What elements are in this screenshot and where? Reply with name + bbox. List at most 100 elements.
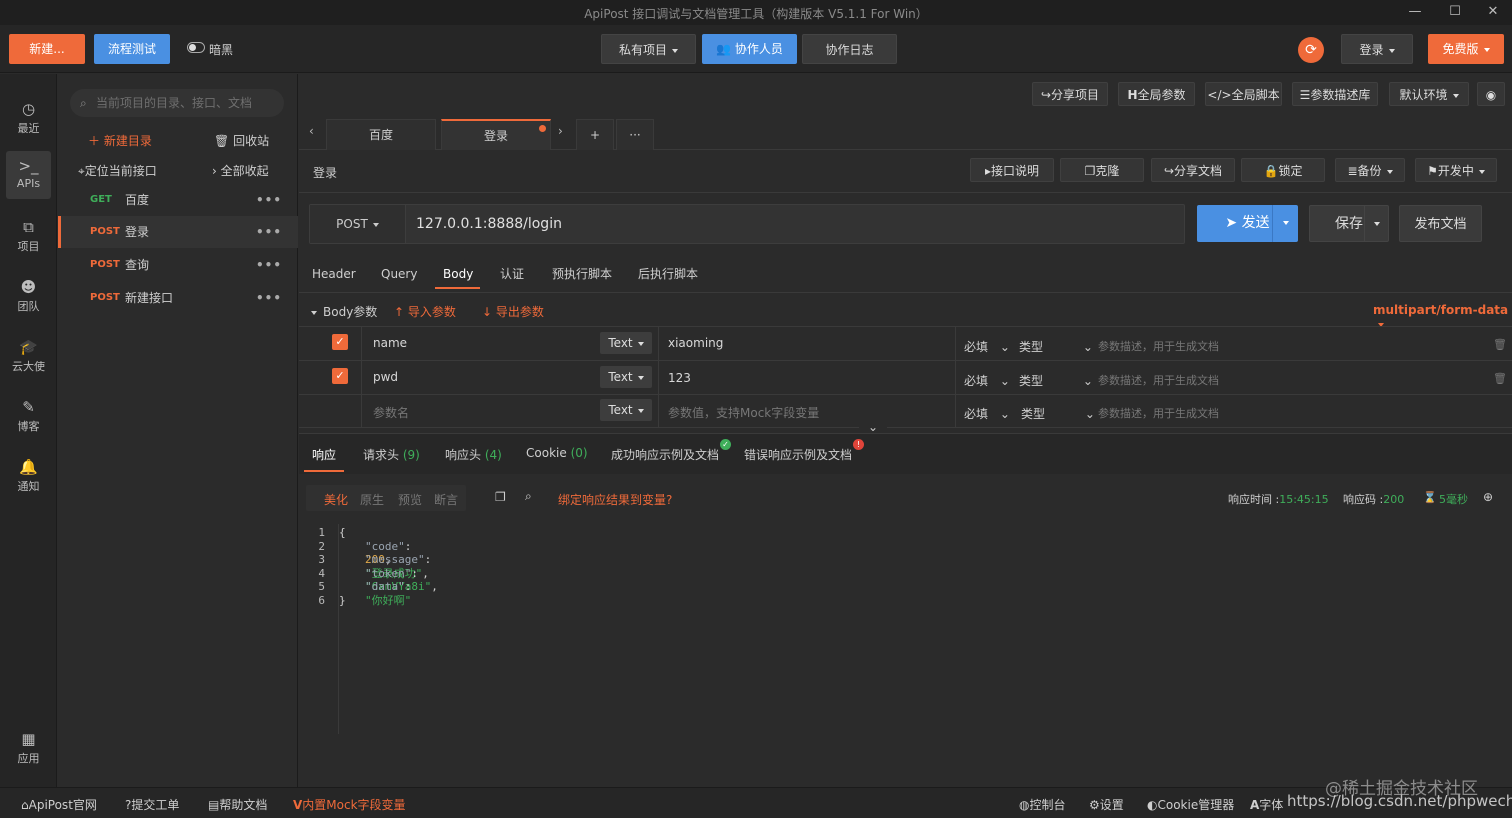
param-desc[interactable]: 参数描述，用于生成文档 [1098,338,1219,354]
param-value[interactable]: 123 [668,371,691,385]
tab-success-example[interactable]: 成功响应示例及文档 ✓ [611,439,732,463]
rail-item-recent[interactable]: ◷ 最近 [6,94,51,142]
save-dropdown[interactable] [1364,206,1388,241]
send-dropdown[interactable] [1272,205,1298,242]
more-icon[interactable]: ••• [256,184,282,216]
share-project-button[interactable]: ↪分享项目 [1032,82,1108,106]
search-icon[interactable]: ⌕ [525,489,532,504]
close-icon[interactable]: ✕ [1482,3,1504,21]
lock-button[interactable]: 🔒锁定 [1241,158,1325,182]
param-desc[interactable]: 参数描述，用于生成文档 [1098,372,1219,388]
assert-mode[interactable]: 断言 [434,491,458,508]
required-select[interactable]: 必填 ⌄ [964,405,1010,422]
param-name[interactable]: pwd [373,370,398,384]
font-link[interactable]: A字体 [1250,796,1283,813]
param-desc-button[interactable]: ☰参数描述库 [1292,82,1378,106]
collab-log-button[interactable]: 协作日志 [802,34,897,64]
param-name-placeholder[interactable]: 参数名 [373,404,409,421]
rail-item-notify[interactable]: 🔔 通知 [6,452,51,500]
delete-row-icon[interactable]: 🗑 [1493,338,1507,351]
tab-resp-headers[interactable]: 响应头 (4) [445,446,502,463]
help-doc-link[interactable]: ▤帮助文档 [208,796,267,813]
kind-select[interactable]: 类型 ⌄ [1019,338,1093,355]
required-select[interactable]: 必填 ⌄ [964,372,1010,389]
login-dropdown[interactable]: 登录 [1341,34,1413,64]
bind-result-link[interactable]: 绑定响应结果到变量? [558,491,672,508]
kind-select[interactable]: 类型 ⌄ [1019,372,1093,389]
rail-item-apps[interactable]: ▦ 应用 [6,724,51,772]
tree-item-query[interactable]: POST 查询 ••• [58,249,298,281]
collapse-handle-icon[interactable]: ⌄ [859,420,887,434]
maximize-icon[interactable]: ☐ [1444,3,1466,21]
rail-item-team[interactable]: ☻ 团队 [6,272,51,320]
preview-mode[interactable]: 预览 [398,491,422,508]
settings-link[interactable]: ⚙设置 [1089,796,1124,813]
url-input[interactable]: 127.0.0.1:8888/login [416,205,562,243]
body-params-toggle[interactable]: Body参数 [311,303,377,320]
share-doc-button[interactable]: ↪分享文档 [1151,158,1235,182]
env-dropdown[interactable]: 默认环境 [1389,82,1469,106]
more-icon[interactable]: ••• [256,249,282,281]
kind-select[interactable]: 类型 ⌄ [1021,405,1095,422]
tree-item-new-api[interactable]: POST 新建接口 ••• [58,282,298,314]
new-dir-button[interactable]: ＋ 新建目录 [88,132,152,149]
row-enabled-checkbox[interactable]: ✓ [332,368,348,384]
more-icon[interactable]: ••• [256,216,282,248]
rail-item-project[interactable]: ⧉ 项目 [6,212,51,260]
param-type-select[interactable]: Text [600,332,652,354]
chevron-right-icon[interactable]: › [558,124,563,138]
global-params-button[interactable]: H全局参数 [1118,82,1195,106]
tab-error-example[interactable]: 错误响应示例及文档 ! [744,439,865,463]
required-select[interactable]: 必填 ⌄ [964,338,1010,355]
param-type-select[interactable]: Text [600,399,652,421]
publish-doc-button[interactable]: 发布文档 [1399,205,1482,242]
official-site-link[interactable]: ⌂ApiPost官网 [21,796,97,813]
tab-auth[interactable]: 认证 [500,264,524,284]
pretty-mode[interactable]: 美化 [324,491,348,508]
tree-search-input[interactable]: ⌕ 当前项目的目录、接口、文档 [70,89,284,117]
raw-mode[interactable]: 原生 [360,491,384,508]
tab-cookie[interactable]: Cookie (0) [526,446,588,460]
flow-test-button[interactable]: 流程测试 [94,34,170,64]
param-value-placeholder[interactable]: 参数值，支持Mock字段变量 [668,404,819,421]
global-script-button[interactable]: </>全局脚本 [1205,82,1282,106]
response-code-view[interactable]: 1 { 2 "code": 200, 3 "message": "登录成功", … [299,526,899,616]
tab-response[interactable]: 响应 [312,446,336,463]
tab-post-script[interactable]: 后执行脚本 [638,264,698,284]
param-desc-placeholder[interactable]: 参数描述，用于生成文档 [1098,405,1219,421]
tab-query[interactable]: Query [381,264,417,284]
tree-item-login[interactable]: POST 登录 ••• [58,216,298,248]
private-project-dropdown[interactable]: 私有项目 [601,34,696,64]
clone-button[interactable]: ❐克隆 [1060,158,1144,182]
param-type-select[interactable]: Text [600,366,652,388]
more-tabs-icon[interactable]: ··· [616,119,654,150]
download-icon[interactable]: ⊕ [1483,490,1493,504]
status-dropdown[interactable]: ⚑开发中 [1415,158,1497,182]
add-tab-icon[interactable]: + [576,119,614,150]
collapse-all-button[interactable]: › 全部收起 [212,162,269,179]
more-icon[interactable]: ••• [256,282,282,314]
send-button[interactable]: ➤ 发送 [1197,205,1298,242]
save-button[interactable]: 保存 [1309,205,1389,242]
row-enabled-checkbox[interactable]: ✓ [332,334,348,350]
method-select[interactable]: POST [310,205,406,243]
import-params-button[interactable]: ↑ 导入参数 [394,303,456,320]
param-value[interactable]: xiaoming [668,336,723,350]
copy-icon[interactable]: ❐ [495,490,506,504]
recycle-button[interactable]: 🗑 回收站 [214,132,269,149]
free-plan-dropdown[interactable]: 免费版 [1428,34,1504,64]
tab-baidu[interactable]: 百度 [326,119,436,150]
eye-icon[interactable]: ◉ [1477,82,1505,106]
console-link[interactable]: ◍控制台 [1019,796,1066,813]
tab-body[interactable]: Body [443,264,473,284]
mock-link[interactable]: V内置Mock字段变量 [293,796,406,813]
rail-item-blog[interactable]: ✎ 博客 [6,392,51,440]
backup-dropdown[interactable]: ≣备份 [1335,158,1405,182]
delete-row-icon[interactable]: 🗑 [1493,372,1507,385]
cookie-manager-link[interactable]: ◐Cookie管理器 [1147,796,1234,813]
dark-toggle[interactable] [187,42,205,53]
tab-header[interactable]: Header [312,264,356,284]
ticket-link[interactable]: ?提交工单 [125,796,179,813]
tree-item-baidu[interactable]: GET 百度 ••• [58,184,298,216]
new-button[interactable]: 新建... [9,34,85,64]
